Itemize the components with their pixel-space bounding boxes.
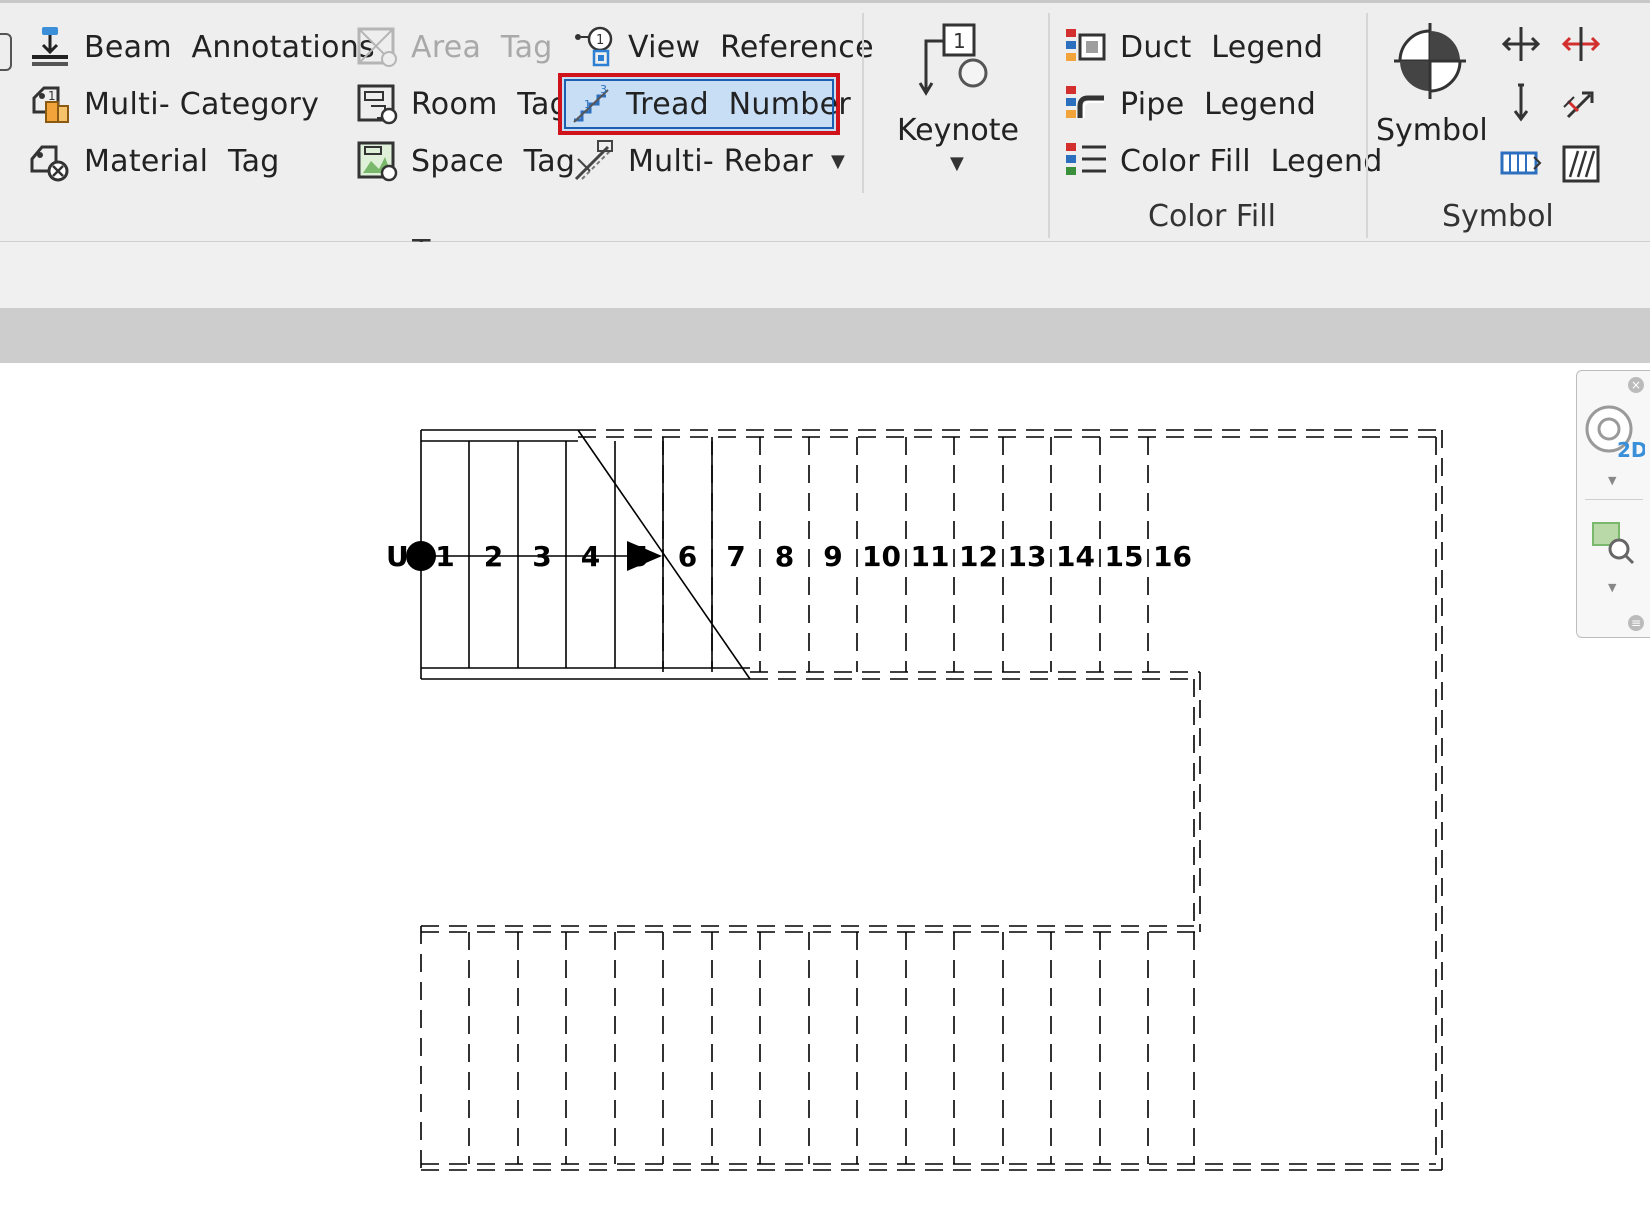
tread-number-13: 13 [1008, 540, 1047, 573]
separator [1366, 13, 1368, 238]
beam-span-symbol-icon[interactable] [1560, 23, 1602, 65]
path-reinforcement-symbol-icon[interactable] [1560, 143, 1602, 185]
svg-text:1: 1 [596, 33, 605, 48]
wheel-dropdown-icon[interactable]: ▼ [1608, 474, 1616, 487]
material-tag-label: Material Tag [84, 143, 280, 179]
stair-path-icon[interactable] [1500, 81, 1542, 123]
navbar-divider [1585, 499, 1643, 500]
space-tag-button[interactable]: Space Tag [355, 135, 575, 187]
tread-number-15: 15 [1105, 540, 1144, 573]
space-tag-icon [357, 141, 398, 182]
multi-category-label: Multi- Category [84, 86, 320, 122]
multi-rebar-label: Multi- Rebar [628, 143, 814, 179]
color-fill-panel-label: Color Fill [1148, 199, 1276, 234]
view-reference-button[interactable]: 1 View Reference [572, 21, 874, 73]
separator [862, 13, 864, 193]
pipe-legend-button[interactable]: Pipe Legend [1064, 78, 1316, 130]
color-fill-legend-icon [1066, 143, 1106, 175]
tread-number-11: 11 [911, 540, 950, 573]
zoom-region-icon[interactable] [1589, 519, 1637, 567]
tread-number-9: 9 [823, 540, 842, 573]
pipe-legend-icon [1066, 86, 1104, 118]
keynote-button[interactable]: 1 Keynote ▼ [888, 17, 1028, 177]
keynote-dropdown-icon[interactable]: ▼ [950, 153, 964, 174]
multi-rebar-icon [574, 140, 613, 181]
multi-category-button[interactable]: 1 Multi- Category [28, 78, 319, 130]
cut-line [577, 429, 751, 680]
multi-category-tag-icon: 1 [32, 86, 69, 123]
separator [1048, 13, 1050, 238]
tread-number-icon: 3 1 [573, 83, 609, 123]
drawing-canvas[interactable]: UP 12345678910111213141516 [0, 363, 1650, 1228]
color-fill-legend-button[interactable]: Color Fill Legend [1064, 135, 1383, 187]
tread-number-button[interactable]: 3 1 Tread Number [558, 73, 851, 135]
multi-rebar-button[interactable]: Multi- Rebar ▼ [572, 135, 845, 187]
navigation-bar: × 2D ▼ ▼ ≡ [1576, 370, 1650, 638]
tread-number-8: 8 [775, 540, 794, 573]
beam-annotations-button[interactable]: Beam Annotations [28, 21, 375, 73]
span-direction-icon[interactable] [1500, 23, 1542, 65]
view-reference-label: View Reference [628, 29, 874, 65]
pipe-legend-label: Pipe Legend [1120, 86, 1317, 122]
stair-plan-drawing[interactable]: UP 12345678910111213141516 [0, 363, 1650, 1228]
symbol-button-label: Symbol [1376, 113, 1488, 148]
beam-annotations-label: Beam Annotations [84, 29, 375, 65]
material-tag-button[interactable]: Material Tag [28, 135, 280, 187]
symbol-panel-label: Symbol [1442, 199, 1554, 234]
space-tag-label: Space Tag [411, 143, 576, 179]
color-fill-legend-label: Color Fill Legend [1120, 143, 1383, 179]
tread-number-14: 14 [1056, 540, 1095, 573]
area-reinforcement-symbol-icon[interactable] [1560, 81, 1602, 123]
duct-legend-label: Duct Legend [1120, 29, 1324, 65]
tread-number-7: 7 [726, 540, 745, 573]
svg-text:3: 3 [600, 83, 607, 96]
room-tag-label: Room Tag [411, 86, 569, 122]
tread-number-1: 1 [435, 540, 454, 573]
ribbon: Beam Annotations 1 Multi- Category Mater… [0, 0, 1650, 301]
tread-number-3: 3 [532, 540, 551, 573]
duct-legend-button[interactable]: Duct Legend [1064, 21, 1323, 73]
tread-number-6: 6 [678, 540, 697, 573]
beam-annotations-icon [32, 27, 68, 66]
area-tag-icon [357, 27, 397, 67]
steering-wheel-2d-icon[interactable]: 2D [1583, 401, 1645, 463]
tread-numbers: 12345678910111213141516 [435, 540, 1192, 573]
view-reference-icon: 1 [575, 26, 613, 67]
fabric-reinforcement-symbol-icon[interactable] [1500, 143, 1542, 185]
symbol-button[interactable]: Symbol [1376, 17, 1488, 157]
tread-number-12: 12 [959, 540, 998, 573]
zoom-dropdown-icon[interactable]: ▼ [1608, 581, 1616, 594]
tread-number-16: 16 [1153, 540, 1192, 573]
wheel-2d-label: 2D [1617, 438, 1645, 462]
navbar-options-icon[interactable]: ≡ [1628, 615, 1644, 631]
tread-number-4: 4 [581, 540, 600, 573]
tread-number-10: 10 [862, 540, 901, 573]
room-tag-icon [357, 84, 398, 125]
svg-text:1: 1 [584, 98, 591, 111]
symbol-icon [1394, 23, 1466, 99]
svg-text:1: 1 [953, 29, 966, 53]
view-tab-strip [0, 308, 1650, 363]
area-tag-label: Area Tag [411, 29, 553, 65]
material-tag-icon [30, 145, 69, 182]
multi-rebar-dropdown-icon[interactable]: ▼ [831, 151, 845, 172]
keynote-icon: 1 [918, 23, 988, 96]
room-tag-button[interactable]: Room Tag [355, 78, 569, 130]
keynote-label: Keynote [897, 113, 1019, 148]
partial-tool-icon [0, 33, 12, 71]
duct-legend-icon [1066, 29, 1106, 61]
area-tag-button[interactable]: Area Tag [355, 21, 553, 73]
close-navbar-icon[interactable]: × [1628, 377, 1644, 393]
tread-number-2: 2 [484, 540, 503, 573]
options-bar [0, 242, 1650, 308]
tread-number-label: Tread Number [626, 86, 851, 122]
svg-text:1: 1 [48, 89, 56, 103]
stair-start-dot [406, 541, 436, 571]
